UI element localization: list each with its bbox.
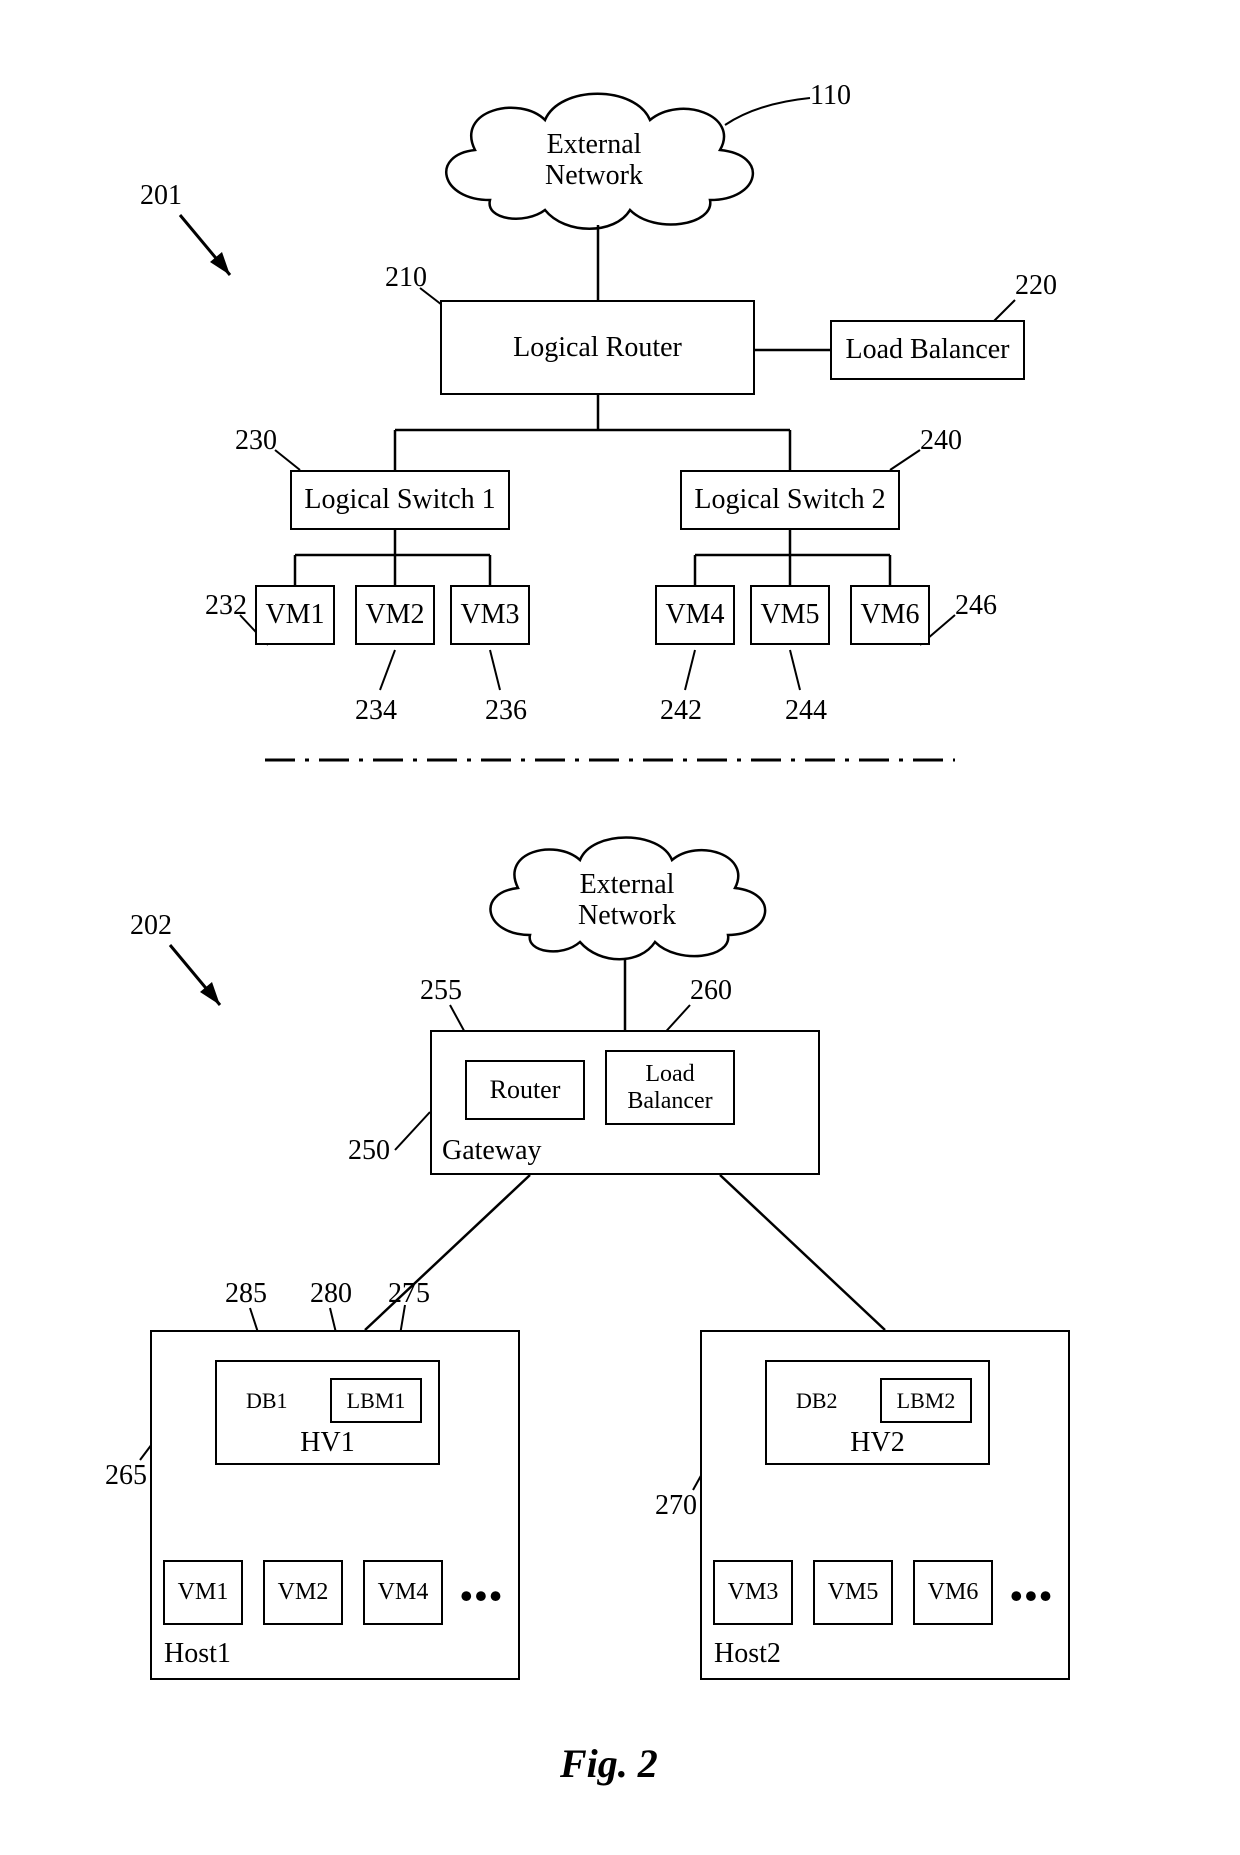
- gateway-lb-box: Load Balancer: [605, 1050, 735, 1125]
- ref-234: 234: [355, 695, 397, 727]
- host1-vm1-box: VM1: [163, 1560, 243, 1625]
- logical-switch-2-label: Logical Switch 2: [694, 484, 885, 516]
- ref-246: 246: [955, 590, 997, 622]
- vm3-label: VM3: [460, 599, 519, 631]
- ref-280: 280: [310, 1278, 352, 1310]
- ref-255: 255: [420, 975, 462, 1007]
- host2-vm2-box: VM5: [813, 1560, 893, 1625]
- db1-label: DB1: [246, 1388, 288, 1414]
- vm1-label: VM1: [265, 599, 324, 631]
- vm6-label: VM6: [860, 599, 919, 631]
- host1-ellipsis: •••: [460, 1575, 504, 1617]
- vm2-box: VM2: [355, 585, 435, 645]
- host2-vm3-box: VM6: [913, 1560, 993, 1625]
- host2-label: Host2: [714, 1638, 781, 1670]
- lbm1-label: LBM1: [347, 1388, 406, 1414]
- ref-201: 201: [140, 180, 182, 212]
- db2-label: DB2: [796, 1388, 838, 1414]
- load-balancer-label: Load Balancer: [845, 334, 1009, 366]
- cloud-label-top: External Network: [545, 130, 643, 192]
- vm5-label: VM5: [760, 599, 819, 631]
- logical-switch-1-label: Logical Switch 1: [304, 484, 495, 516]
- load-balancer-box: Load Balancer: [830, 320, 1025, 380]
- host1-vm2-box: VM2: [263, 1560, 343, 1625]
- vm6-box: VM6: [850, 585, 930, 645]
- logical-switch-2-box: Logical Switch 2: [680, 470, 900, 530]
- vm2-label: VM2: [365, 599, 424, 631]
- host1-vm1-label: VM1: [178, 1579, 229, 1606]
- host1-label: Host1: [164, 1638, 231, 1670]
- ref-220: 220: [1015, 270, 1057, 302]
- vm3-box: VM3: [450, 585, 530, 645]
- host2-vm1-box: VM3: [713, 1560, 793, 1625]
- logical-switch-1-box: Logical Switch 1: [290, 470, 510, 530]
- host1-vm3-box: VM4: [363, 1560, 443, 1625]
- vm4-box: VM4: [655, 585, 735, 645]
- lbm1-box: LBM1: [330, 1378, 422, 1423]
- hv1-label: HV1: [300, 1427, 354, 1459]
- ref-240: 240: [920, 425, 962, 457]
- cloud-label-bottom: External Network: [578, 870, 676, 932]
- logical-router-box: Logical Router: [440, 300, 755, 395]
- host2-ellipsis: •••: [1010, 1575, 1054, 1617]
- host2-vm1-label: VM3: [728, 1579, 779, 1606]
- lbm2-box: LBM2: [880, 1378, 972, 1423]
- figure-label: Fig. 2: [560, 1740, 658, 1787]
- ref-275: 275: [388, 1278, 430, 1310]
- ref-242: 242: [660, 695, 702, 727]
- vm1-box: VM1: [255, 585, 335, 645]
- ref-210: 210: [385, 262, 427, 294]
- ref-202: 202: [130, 910, 172, 942]
- ref-250: 250: [348, 1135, 390, 1167]
- hv2-label: HV2: [850, 1427, 904, 1459]
- ref-260: 260: [690, 975, 732, 1007]
- gateway-router-label: Router: [490, 1075, 561, 1105]
- lbm2-label: LBM2: [897, 1388, 956, 1414]
- ref-265: 265: [105, 1460, 147, 1492]
- ref-244: 244: [785, 695, 827, 727]
- logical-router-label: Logical Router: [513, 332, 682, 364]
- gateway-lb-label: Load Balancer: [627, 1061, 712, 1114]
- host2-vm2-label: VM5: [828, 1579, 879, 1606]
- ref-285: 285: [225, 1278, 267, 1310]
- ref-236: 236: [485, 695, 527, 727]
- ref-230: 230: [235, 425, 277, 457]
- ref-110: 110: [810, 80, 851, 112]
- vm5-box: VM5: [750, 585, 830, 645]
- host1-vm2-label: VM2: [278, 1579, 329, 1606]
- gateway-router-box: Router: [465, 1060, 585, 1120]
- vm4-label: VM4: [665, 599, 724, 631]
- gateway-label: Gateway: [442, 1135, 542, 1167]
- host2-vm3-label: VM6: [928, 1579, 979, 1606]
- ref-232: 232: [205, 590, 247, 622]
- host1-vm3-label: VM4: [378, 1579, 429, 1606]
- ref-270: 270: [655, 1490, 697, 1522]
